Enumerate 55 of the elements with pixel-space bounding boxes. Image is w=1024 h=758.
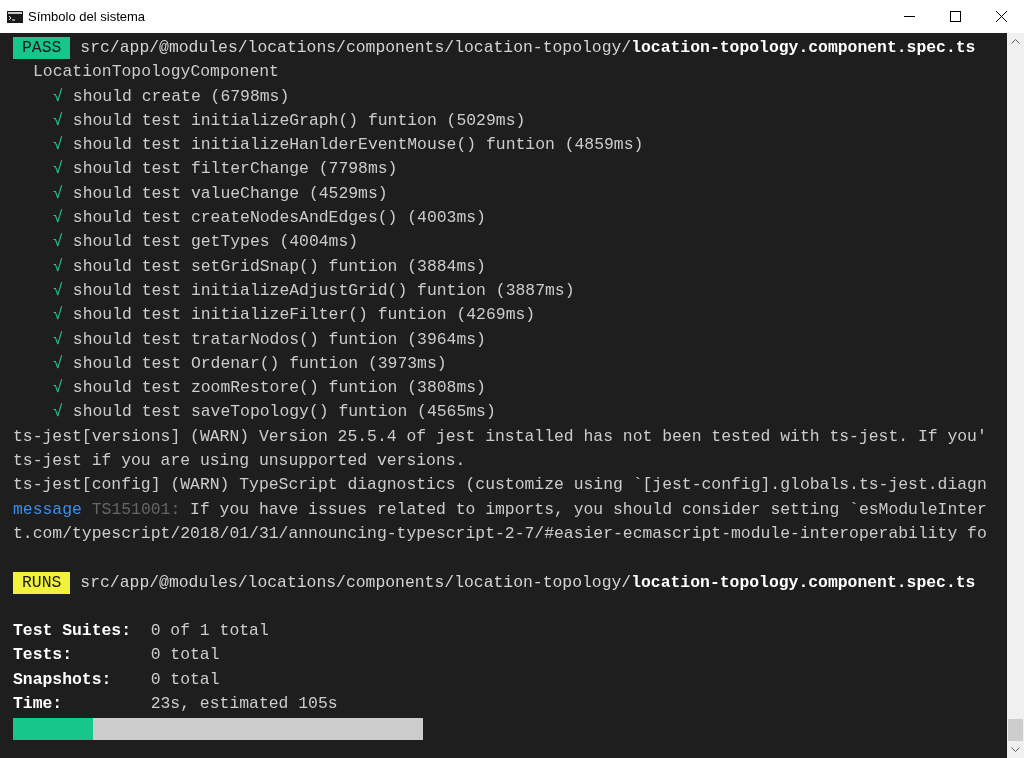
log-line: ts-jest[versions] (WARN) Version 25.5.4 of jest installed has not been tested with ts-jest. If you' [13, 425, 987, 448]
summary-label: Snapshots: [13, 668, 113, 691]
file-path: src/app/@modules/locations/components/location-topology/location-topology.component.spec.ts [80, 571, 976, 594]
console-icon [7, 10, 23, 23]
summary-value: 23s, estimated 105s [150, 693, 338, 715]
window-title: Símbolo del sistema [28, 7, 146, 26]
test-name: should test initializeAdjustGrid() funtion (3887ms) [72, 279, 575, 302]
minimize-icon [903, 16, 915, 17]
maximize-icon [949, 11, 961, 22]
status-badge: RUNS [13, 571, 71, 594]
test-mark: √ [53, 158, 63, 181]
log-line: ts-jest[config] (WARN) TypeScript diagnostics (customize using `[jest-config].globals.ts-jest.diagn [13, 474, 987, 497]
test-name: should test initializeHanlderEventMouse() funtion (4859ms) [72, 134, 644, 157]
test-name: should test initializeGraph() funtion (5029ms) [72, 109, 526, 132]
scroll-up-icon[interactable] [1011, 39, 1020, 44]
summary-value: 0 of 1 total [150, 620, 269, 643]
scrollbar[interactable] [1007, 33, 1024, 758]
summary-value: 0 total [150, 668, 220, 691]
scroll-down-icon[interactable] [1011, 747, 1020, 752]
test-name: should test valueChange (4529ms) [72, 182, 388, 205]
summary-label: Test Suites: [13, 620, 133, 643]
test-mark: √ [53, 109, 63, 132]
test-mark: √ [53, 85, 63, 108]
test-name: should test setGridSnap() funtion (3884ms) [72, 255, 486, 278]
test-name: should test tratarNodos() funtion (3964ms) [72, 328, 486, 351]
test-mark: √ [53, 377, 63, 400]
test-mark: √ [53, 207, 63, 230]
test-mark: √ [53, 401, 63, 424]
test-mark: √ [53, 255, 63, 278]
log-line: ts-jest if you are using unsupported versions. [13, 450, 466, 473]
test-name: should test createNodesAndEdges() (4003ms) [72, 207, 486, 230]
suite-name: LocationTopologyComponent [32, 61, 279, 84]
test-name: should test Ordenar() funtion (3973ms) [72, 352, 447, 375]
test-mark: √ [53, 182, 63, 205]
test-name: should test getTypes (4004ms) [72, 231, 359, 254]
summary-value: 0 total [150, 644, 220, 667]
test-name: should test filterChange (7798ms) [72, 158, 398, 181]
test-name: should test zoomRestore() funtion (3808ms) [72, 377, 486, 400]
test-mark: √ [53, 231, 63, 254]
file-path: src/app/@modules/locations/components/location-topology/location-topology.component.spec.ts [80, 37, 976, 59]
log-line: t.com/typescript/2018/01/31/announcing-typescript-2-7/#easier-ecmascript-module-interoperability fo [13, 522, 987, 545]
test-name: should create (6798ms) [72, 85, 290, 108]
test-mark: √ [53, 279, 63, 302]
test-name: should test saveTopology() funtion (4565ms) [72, 401, 496, 424]
status-badge: PASS [13, 37, 71, 60]
test-mark: √ [53, 134, 63, 157]
test-mark: √ [53, 352, 63, 375]
scroll-thumb[interactable] [1008, 719, 1023, 741]
test-name: should test initializeFilter() funtion (4269ms) [72, 304, 536, 327]
close-icon [995, 11, 1007, 22]
test-mark: √ [53, 328, 63, 351]
summary-label: Tests: [13, 644, 74, 667]
log-line: message TS151001: If you have issues related to imports, you should consider setting `esModuleInter [13, 498, 987, 521]
test-mark: √ [53, 304, 63, 327]
summary-label: Time: [13, 693, 64, 715]
